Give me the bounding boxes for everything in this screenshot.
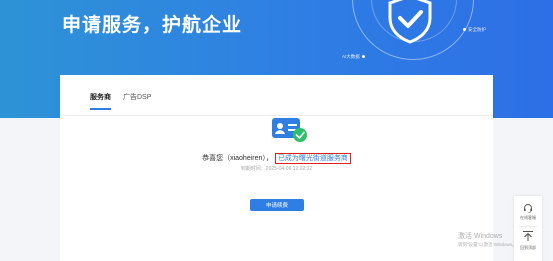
- back-to-top-icon[interactable]: [522, 230, 534, 242]
- windows-activation-watermark: 激活 Windows 转到“设置”以激活 Windows。: [458, 231, 517, 248]
- hero-title: 申请服务，护航企业: [62, 15, 243, 36]
- hero-tag-left: AI大数据: [342, 54, 367, 60]
- back-to-top-label[interactable]: 回到顶部: [514, 245, 542, 251]
- online-service-label[interactable]: 在线客服: [514, 215, 542, 221]
- service-card: 服务商 广告DSP 恭喜您（xiaoheiren）， 已成为曙光街道服务商 到期时…: [60, 75, 493, 261]
- provider-status-highlight: 已成为曙光街道服务商: [274, 153, 351, 164]
- tab-divider: [60, 115, 493, 116]
- hero-tag-right: 安全防护: [461, 27, 486, 33]
- expire-time: 到期时间：2025-04-06 12:02:32: [240, 166, 313, 172]
- floating-toolbar: 在线客服 回到顶部: [514, 196, 542, 261]
- id-card-success-icon: [272, 118, 307, 142]
- watermark-line1: 激活 Windows: [458, 233, 503, 240]
- success-message: 恭喜您（xiaoheiren）， 已成为曙光街道服务商: [60, 153, 493, 164]
- shield-check-icon: [388, 0, 432, 44]
- success-text: 恭喜您（xiaoheiren），: [202, 155, 273, 162]
- renew-button[interactable]: 申请续费: [250, 199, 304, 211]
- headset-icon[interactable]: [523, 203, 533, 213]
- tab-bar: 服务商 广告DSP: [90, 92, 151, 110]
- watermark-line2: 转到“设置”以激活 Windows。: [458, 242, 517, 247]
- tab-service-provider[interactable]: 服务商: [90, 92, 111, 110]
- tab-advertising-dsp[interactable]: 广告DSP: [123, 92, 151, 110]
- toolbar-divider: [519, 226, 537, 227]
